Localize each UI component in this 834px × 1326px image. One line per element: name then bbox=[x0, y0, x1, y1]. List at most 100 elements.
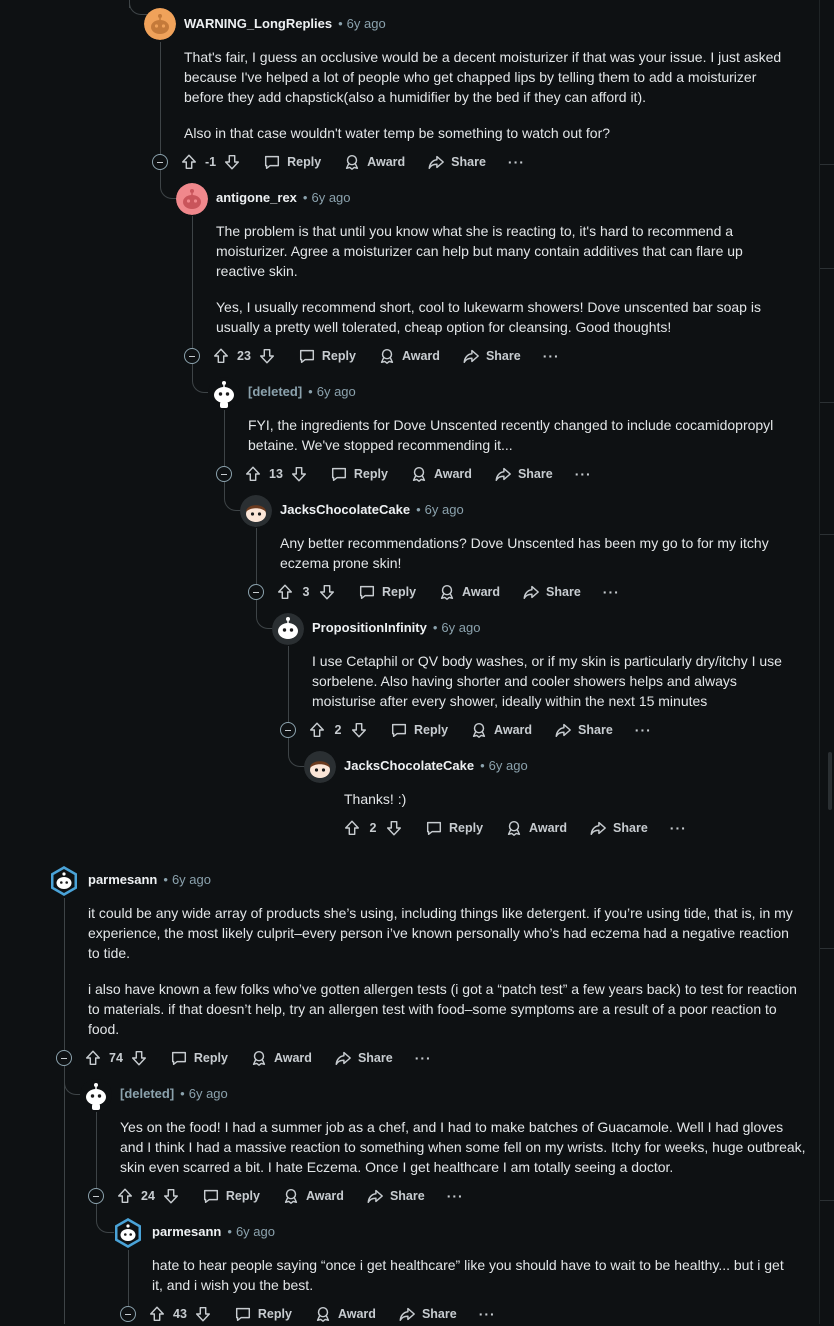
upvote-arrow-icon[interactable] bbox=[148, 1305, 166, 1323]
username-link[interactable]: PropositionInfinity bbox=[312, 620, 427, 635]
thread-connector bbox=[256, 600, 274, 629]
award-button[interactable]: Award bbox=[470, 721, 532, 739]
avatar[interactable] bbox=[240, 495, 272, 527]
username-link[interactable]: parmesann bbox=[88, 872, 157, 887]
award-button[interactable]: Award bbox=[314, 1305, 376, 1323]
upvote-arrow-icon[interactable] bbox=[84, 1049, 102, 1067]
reply-button[interactable]: Reply bbox=[202, 1187, 260, 1205]
comment-action-bar: 2 Reply Award Share ··· bbox=[343, 816, 687, 840]
award-button[interactable]: Award bbox=[282, 1187, 344, 1205]
downvote-arrow-icon[interactable] bbox=[258, 347, 276, 365]
more-options-button[interactable]: ··· bbox=[415, 1050, 432, 1066]
avatar[interactable] bbox=[272, 613, 304, 645]
upvote-arrow-icon[interactable] bbox=[116, 1187, 134, 1205]
more-options-button[interactable]: ··· bbox=[635, 722, 652, 738]
avatar[interactable] bbox=[80, 1079, 112, 1111]
more-options-button[interactable]: ··· bbox=[447, 1188, 464, 1204]
avatar[interactable] bbox=[304, 751, 336, 783]
share-button[interactable]: Share bbox=[398, 1305, 457, 1323]
sidebar-edge bbox=[820, 402, 834, 403]
collapse-minus-icon[interactable] bbox=[152, 154, 168, 170]
timestamp[interactable]: 6y ago bbox=[489, 758, 528, 773]
downvote-arrow-icon[interactable] bbox=[290, 465, 308, 483]
reply-button[interactable]: Reply bbox=[234, 1305, 292, 1323]
share-button[interactable]: Share bbox=[427, 153, 486, 171]
share-button[interactable]: Share bbox=[334, 1049, 393, 1067]
timestamp[interactable]: 6y ago bbox=[311, 190, 350, 205]
timestamp[interactable]: 6y ago bbox=[236, 1224, 275, 1239]
upvote-arrow-icon[interactable] bbox=[212, 347, 230, 365]
share-button[interactable]: Share bbox=[589, 819, 648, 837]
more-options-button[interactable]: ··· bbox=[479, 1306, 496, 1322]
collapse-minus-icon[interactable] bbox=[120, 1306, 136, 1322]
award-button[interactable]: Award bbox=[378, 347, 440, 365]
collapse-minus-icon[interactable] bbox=[216, 466, 232, 482]
avatar[interactable] bbox=[144, 8, 176, 40]
reply-button[interactable]: Reply bbox=[358, 583, 416, 601]
downvote-arrow-icon[interactable] bbox=[194, 1305, 212, 1323]
collapse-minus-icon[interactable] bbox=[88, 1188, 104, 1204]
username-link[interactable]: WARNING_LongReplies bbox=[184, 16, 332, 31]
more-options-button[interactable]: ··· bbox=[543, 348, 560, 364]
upvote-arrow-icon[interactable] bbox=[308, 721, 326, 739]
timestamp[interactable]: 6y ago bbox=[425, 502, 464, 517]
collapse-minus-icon[interactable] bbox=[184, 348, 200, 364]
upvote-arrow-icon[interactable] bbox=[343, 819, 361, 837]
reply-button[interactable]: Reply bbox=[425, 819, 483, 837]
timestamp[interactable]: 6y ago bbox=[347, 16, 386, 31]
username-link[interactable]: JacksChocolateCake bbox=[344, 758, 474, 773]
avatar[interactable] bbox=[48, 865, 80, 897]
award-button[interactable]: Award bbox=[250, 1049, 312, 1067]
scrollbar-thumb[interactable] bbox=[828, 752, 832, 810]
collapse-minus-icon[interactable] bbox=[280, 722, 296, 738]
username-link[interactable]: JacksChocolateCake bbox=[280, 502, 410, 517]
share-arrow-icon bbox=[428, 155, 445, 170]
timestamp[interactable]: 6y ago bbox=[189, 1086, 228, 1101]
timestamp[interactable]: 6y ago bbox=[317, 384, 356, 399]
downvote-arrow-icon[interactable] bbox=[350, 721, 368, 739]
username-link[interactable]: parmesann bbox=[152, 1224, 221, 1239]
reply-button[interactable]: Reply bbox=[390, 721, 448, 739]
share-button[interactable]: Share bbox=[366, 1187, 425, 1205]
downvote-arrow-icon[interactable] bbox=[318, 583, 336, 601]
award-button[interactable]: Award bbox=[505, 819, 567, 837]
username-link[interactable]: antigone_rex bbox=[216, 190, 297, 205]
upvote-arrow-icon[interactable] bbox=[180, 153, 198, 171]
speech-bubble-icon bbox=[426, 821, 442, 836]
award-button[interactable]: Award bbox=[410, 465, 472, 483]
collapse-minus-icon[interactable] bbox=[248, 584, 264, 600]
upvote-arrow-icon[interactable] bbox=[276, 583, 294, 601]
more-options-button[interactable]: ··· bbox=[670, 820, 687, 836]
collapse-minus-icon[interactable] bbox=[56, 1050, 72, 1066]
award-button[interactable]: Award bbox=[438, 583, 500, 601]
reply-button[interactable]: Reply bbox=[298, 347, 356, 365]
reply-button[interactable]: Reply bbox=[263, 153, 321, 171]
award-button[interactable]: Award bbox=[343, 153, 405, 171]
share-button[interactable]: Share bbox=[522, 583, 581, 601]
more-options-button[interactable]: ··· bbox=[603, 584, 620, 600]
share-button[interactable]: Share bbox=[554, 721, 613, 739]
avatar[interactable] bbox=[208, 377, 240, 409]
downvote-arrow-icon[interactable] bbox=[385, 819, 403, 837]
more-options-button[interactable]: ··· bbox=[508, 154, 525, 170]
comment-paragraph: Also in that case wouldn't water temp be… bbox=[184, 125, 611, 141]
share-button[interactable]: Share bbox=[494, 465, 553, 483]
reply-button[interactable]: Reply bbox=[170, 1049, 228, 1067]
sidebar-edge bbox=[820, 1200, 834, 1201]
timestamp[interactable]: 6y ago bbox=[172, 872, 211, 887]
avatar[interactable] bbox=[112, 1217, 144, 1249]
downvote-arrow-icon[interactable] bbox=[223, 153, 241, 171]
downvote-arrow-icon[interactable] bbox=[162, 1187, 180, 1205]
vote-group: 24 bbox=[116, 1187, 180, 1205]
share-button[interactable]: Share bbox=[462, 347, 521, 365]
reply-button[interactable]: Reply bbox=[330, 465, 388, 483]
more-options-button[interactable]: ··· bbox=[575, 466, 592, 482]
avatar[interactable] bbox=[176, 183, 208, 215]
upvote-arrow-icon[interactable] bbox=[244, 465, 262, 483]
downvote-arrow-icon[interactable] bbox=[130, 1049, 148, 1067]
award-ribbon-icon bbox=[284, 1188, 298, 1204]
sidebar-edge bbox=[820, 948, 834, 949]
separator-dot: • bbox=[480, 758, 485, 773]
timestamp[interactable]: 6y ago bbox=[441, 620, 480, 635]
thread-line bbox=[64, 1066, 65, 1324]
